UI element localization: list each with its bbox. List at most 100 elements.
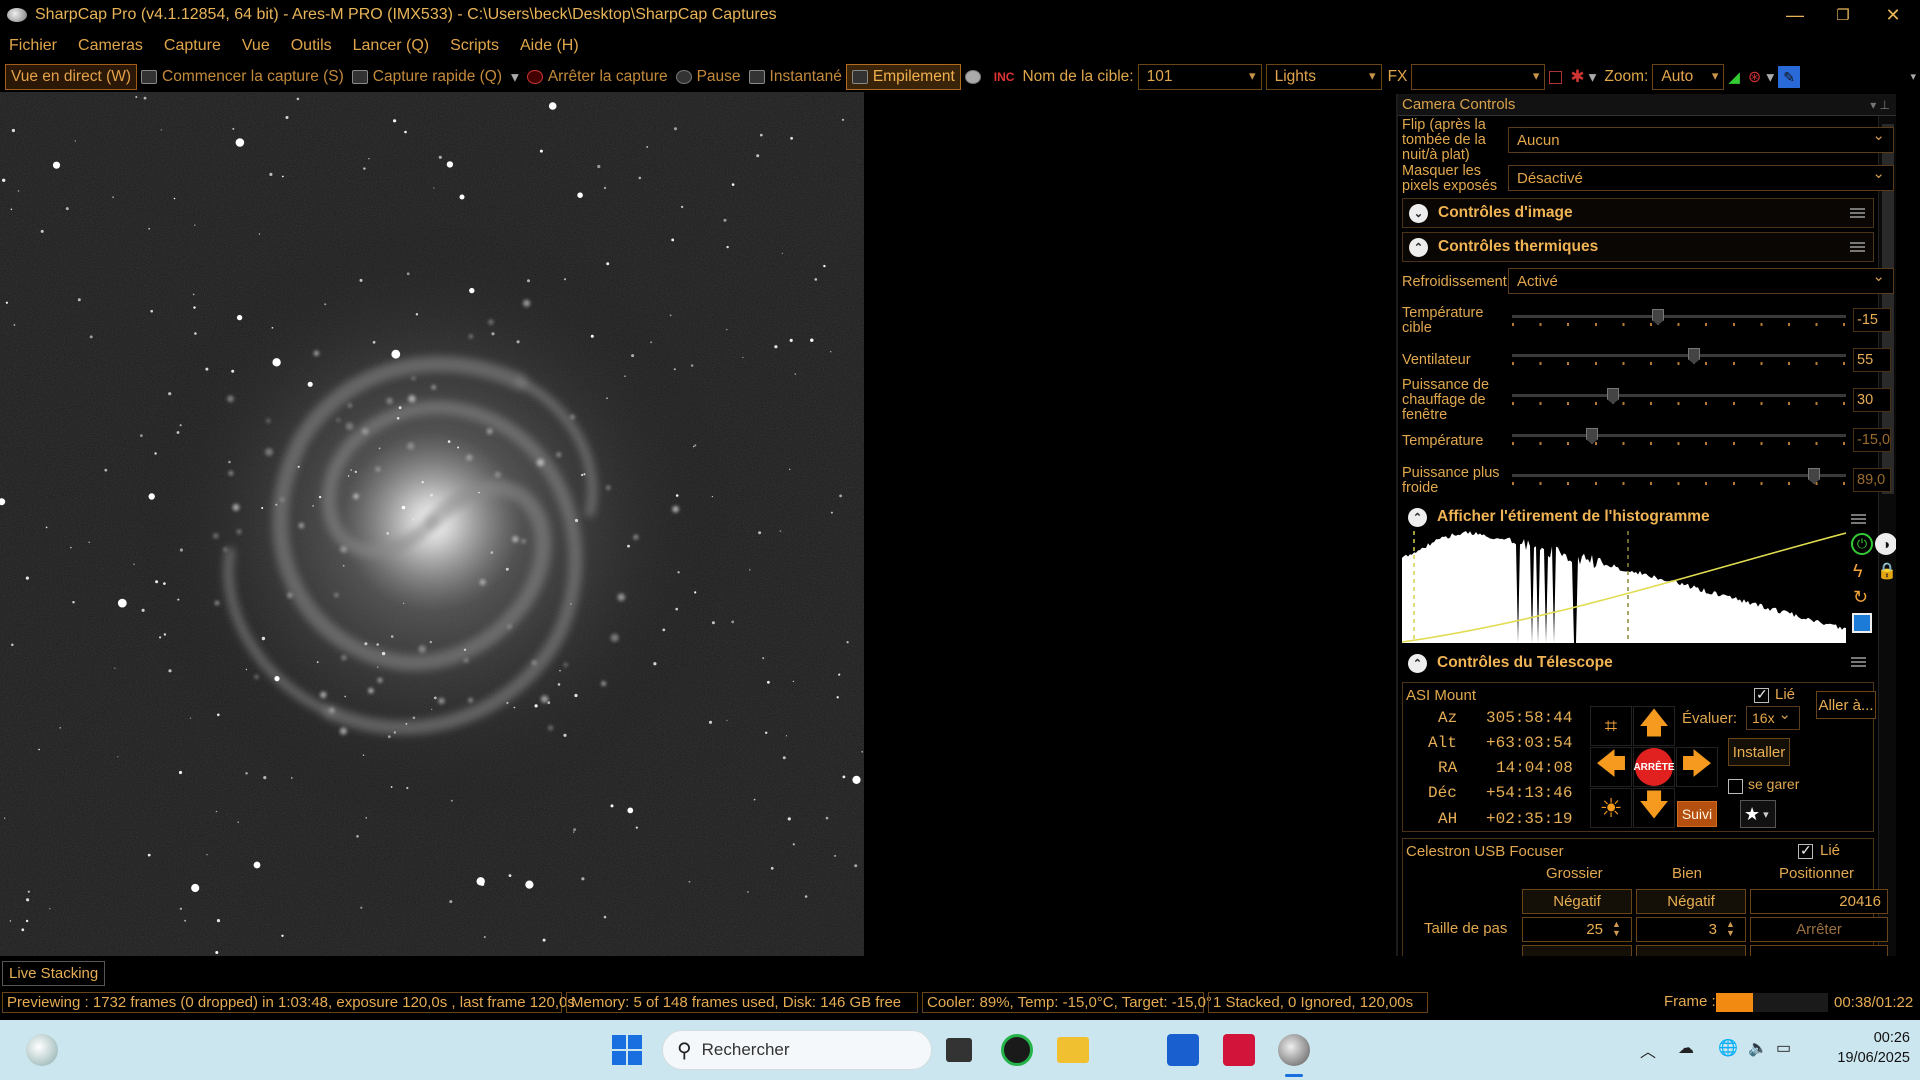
menu-icon[interactable] — [1851, 514, 1866, 524]
east-button[interactable]: 🡆 — [1676, 747, 1718, 787]
coarse-negative-button[interactable]: Négatif — [1522, 889, 1632, 914]
start-button[interactable] — [612, 1035, 642, 1065]
image-controls-section[interactable]: ⌄ Contrôles d'image — [1402, 198, 1874, 228]
goto-button[interactable]: Aller à... — [1816, 691, 1876, 719]
menu-scripts[interactable]: Scripts — [450, 37, 499, 55]
live-stacking-tab[interactable]: Live Stacking — [2, 961, 106, 986]
center-button[interactable]: ☀ — [1590, 788, 1632, 828]
maximize-button[interactable]: ❐ — [1820, 0, 1866, 30]
stacking-button[interactable]: Empilement — [845, 64, 961, 90]
reset-icon[interactable]: ↻ — [1853, 587, 1868, 608]
file-explorer-icon[interactable] — [1057, 1037, 1089, 1063]
target-name-select[interactable]: 101 — [1137, 64, 1262, 90]
sphere-tool-button[interactable] — [961, 64, 990, 90]
chevron-up-icon[interactable]: ⌃ — [1409, 237, 1428, 257]
spinner-icon[interactable]: ▲ ▼ — [1612, 920, 1621, 938]
target-temp-value[interactable]: -15 — [1853, 308, 1891, 332]
menu-fichier[interactable]: Fichier — [9, 37, 57, 55]
histogram-chart[interactable] — [1402, 531, 1846, 643]
fine-negative-button[interactable]: Négatif — [1636, 889, 1746, 914]
menu-icon[interactable] — [1851, 657, 1866, 667]
image-viewer[interactable] — [0, 92, 864, 956]
taskbar-search[interactable]: ⚲ Rechercher — [662, 1030, 932, 1070]
chevron-down-icon[interactable]: ⌄ — [1409, 203, 1428, 223]
fx-select[interactable] — [1411, 64, 1546, 90]
stop-slew-button[interactable]: ARRÊTE — [1633, 747, 1675, 787]
flip-select[interactable]: Aucun — [1508, 126, 1894, 153]
mark-button[interactable]: INC — [990, 64, 1019, 90]
mask-select[interactable]: Désactivé — [1508, 164, 1894, 191]
battery-icon[interactable]: ▭ — [1776, 1038, 1791, 1058]
minimize-button[interactable]: — — [1772, 0, 1818, 30]
favorites-button[interactable]: ★ ▾ — [1740, 800, 1776, 828]
menu-capture[interactable]: Capture — [164, 37, 221, 55]
chevron-up-icon[interactable]: ︿ — [1640, 1038, 1656, 1062]
menu-vue[interactable]: Vue — [242, 37, 270, 55]
menu-lancer[interactable]: Lancer (Q) — [353, 37, 429, 55]
task-view-icon[interactable] — [946, 1038, 972, 1062]
weather-icon[interactable] — [26, 1034, 58, 1066]
menu-aide[interactable]: Aide (H) — [520, 37, 579, 55]
menu-icon[interactable] — [1850, 242, 1865, 252]
fine-positive-button[interactable] — [1636, 945, 1746, 956]
histogram-section[interactable]: ⌃ Afficher l'étirement de l'histogramme — [1402, 505, 1874, 529]
north-button[interactable]: 🡅 — [1633, 706, 1675, 746]
target-button[interactable]: ⊛ ▾ — [1744, 64, 1778, 90]
focuser-stop-button[interactable]: Arrêter — [1750, 917, 1888, 942]
cloud-icon[interactable]: ☁ — [1678, 1038, 1694, 1058]
spinner-icon[interactable]: ▲ ▼ — [1726, 920, 1735, 938]
fan-value[interactable]: 55 — [1853, 348, 1891, 372]
thermal-controls-section[interactable]: ⌃ Contrôles thermiques — [1402, 232, 1874, 262]
globe-icon[interactable]: 🌐 — [1718, 1038, 1738, 1058]
coarse-positive-button[interactable] — [1522, 945, 1632, 956]
snapshot-button[interactable]: Instantané — [745, 64, 846, 90]
edge-icon[interactable] — [1112, 1034, 1144, 1066]
quick-capture-button[interactable]: Capture rapide (Q) ▾ — [348, 64, 523, 90]
stop-capture-button[interactable]: Arrêter la capture — [523, 64, 672, 90]
menu-outils[interactable]: Outils — [291, 37, 332, 55]
red-frame-button[interactable] — [1545, 64, 1566, 90]
live-view-button[interactable]: Vue en direct (W) — [5, 64, 138, 90]
app-icon-green[interactable] — [1001, 1034, 1033, 1066]
speaker-icon[interactable]: 🔈 — [1748, 1038, 1768, 1058]
histogram-button[interactable]: ◢ — [1724, 64, 1744, 90]
power-icon[interactable]: ⏻ — [1851, 533, 1873, 555]
pause-button[interactable]: Pause — [672, 64, 745, 90]
tracking-button[interactable]: Suivi — [1677, 801, 1717, 827]
sharpcap-taskbar-icon[interactable] — [1278, 1034, 1310, 1066]
toolbar-overflow-icon[interactable]: ▾ — [1910, 70, 1916, 83]
menu-icon[interactable] — [1850, 208, 1865, 218]
west-button[interactable]: 🡄 — [1590, 747, 1632, 787]
park-checkbox[interactable] — [1728, 779, 1743, 794]
cooling-select[interactable]: Activé — [1508, 267, 1894, 294]
frame-type-select[interactable]: Lights — [1265, 64, 1382, 90]
heater-slider[interactable] — [1512, 388, 1846, 406]
fan-slider[interactable] — [1512, 348, 1846, 366]
lightning-icon[interactable]: ϟ — [1853, 561, 1863, 582]
south-button[interactable]: 🡇 — [1633, 788, 1675, 828]
store-icon[interactable] — [1167, 1034, 1199, 1066]
telescope-section[interactable]: ⌃ Contrôles du Télescope — [1402, 648, 1874, 678]
system-clock[interactable]: 00:26 19/06/2025 — [1810, 1028, 1910, 1068]
focuser-linked-checkbox[interactable] — [1798, 842, 1813, 859]
chevron-down-icon[interactable]: ▾ — [511, 68, 519, 87]
start-capture-button[interactable]: Commencer la capture (S) — [137, 64, 348, 90]
focuser-extra-button[interactable] — [1750, 945, 1888, 956]
reticle-button[interactable]: ✱ ▾ — [1566, 64, 1600, 90]
rate-select[interactable]: 16x — [1746, 705, 1800, 730]
contrast-icon[interactable]: ◑ — [1875, 533, 1896, 555]
pin-icon[interactable]: ▾ ⊥ — [1870, 98, 1890, 112]
zoom-select[interactable]: Auto — [1652, 64, 1725, 90]
setup-button[interactable]: Installer — [1728, 738, 1790, 766]
chevron-up-icon[interactable]: ⌃ — [1408, 653, 1427, 673]
app-icon-red[interactable] — [1223, 1034, 1255, 1066]
heater-value[interactable]: 30 — [1853, 388, 1891, 412]
lock-icon[interactable]: 🔒 — [1877, 561, 1896, 581]
target-temp-slider[interactable] — [1512, 309, 1846, 327]
close-button[interactable]: ✕ — [1870, 0, 1916, 30]
mount-linked-checkbox[interactable] — [1754, 686, 1769, 703]
tool-button[interactable]: ✎ — [1778, 66, 1801, 88]
spiral-search-button[interactable]: ⌗ — [1590, 706, 1632, 746]
save-icon[interactable] — [1852, 613, 1872, 633]
chevron-up-icon[interactable]: ⌃ — [1408, 507, 1427, 527]
